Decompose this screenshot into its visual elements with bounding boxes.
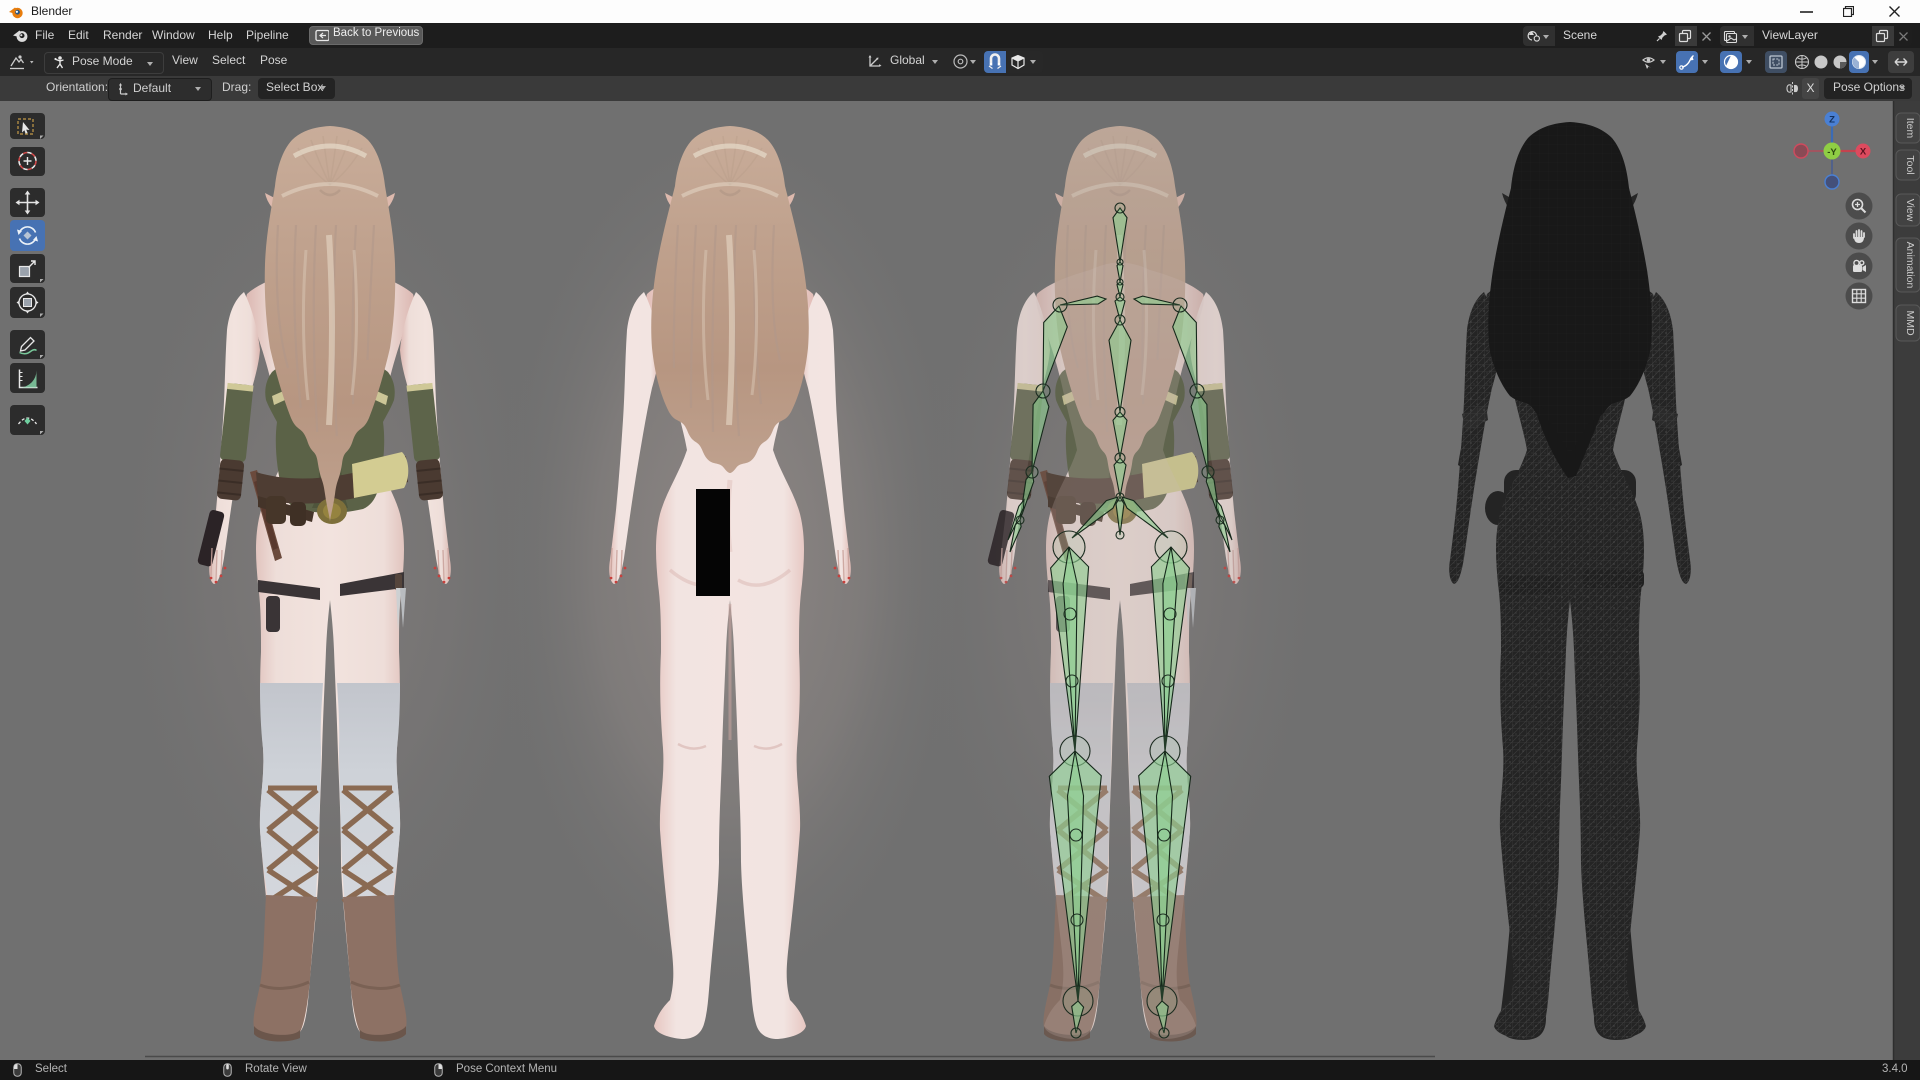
svg-text:Item: Item <box>1904 118 1916 139</box>
svg-text:Tool: Tool <box>1904 155 1916 174</box>
svg-text:Animation: Animation <box>1904 242 1916 289</box>
svg-text:MMD: MMD <box>1904 310 1916 335</box>
svg-text:View: View <box>1904 199 1916 222</box>
svg-text:Z: Z <box>1829 115 1835 126</box>
svg-text:-Y: -Y <box>1827 147 1837 158</box>
svg-text:X: X <box>1860 147 1867 158</box>
